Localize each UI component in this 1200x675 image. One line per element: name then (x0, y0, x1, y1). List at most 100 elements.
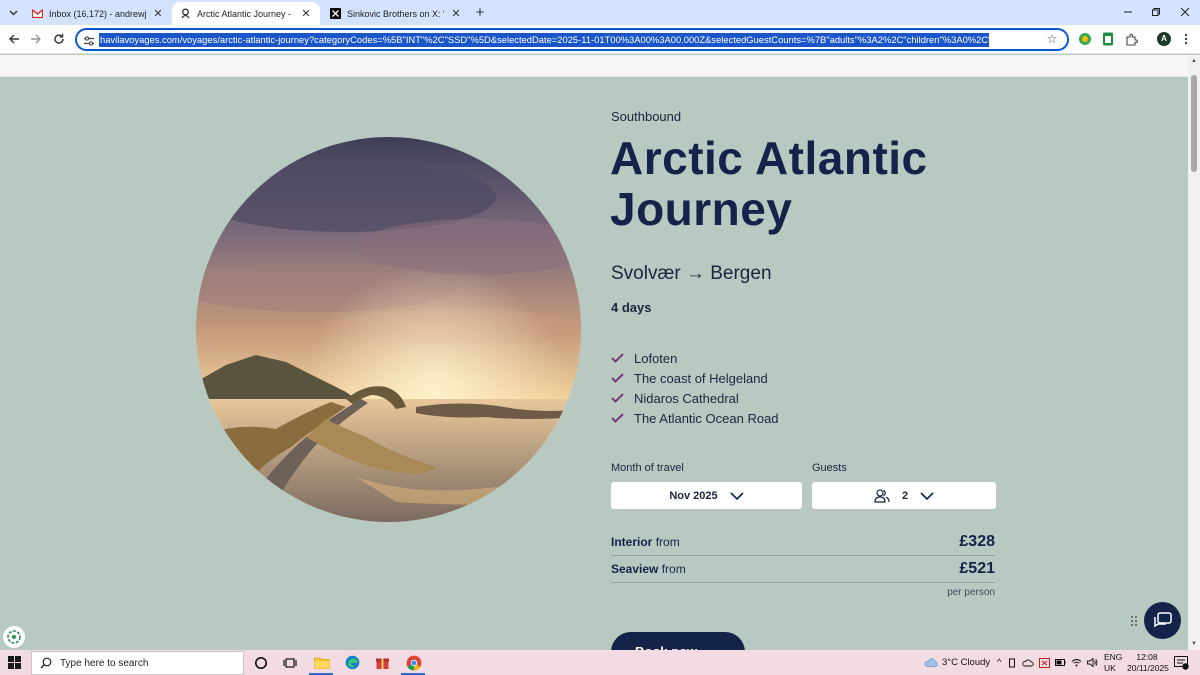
highlight-label: The coast of Helgeland (634, 370, 768, 386)
back-button[interactable] (6, 31, 22, 47)
cloud-icon (924, 658, 938, 667)
file-explorer-button[interactable] (313, 654, 330, 671)
battery-icon[interactable] (1055, 658, 1067, 667)
extension-button[interactable] (1100, 31, 1116, 47)
restore-button[interactable] (1148, 4, 1164, 20)
taskbar-clock[interactable]: 12:08 20/11/2025 (1127, 652, 1169, 674)
puzzle-icon (1125, 33, 1138, 46)
voyage-direction: Southbound (611, 109, 682, 124)
folder-icon (313, 657, 330, 669)
clock-time: 12:08 (1136, 652, 1158, 662)
close-tab-icon[interactable]: ✕ (300, 8, 312, 20)
region-code: UK (1104, 663, 1116, 673)
tab-title: Sinkovic Brothers on X: "For the (347, 8, 444, 19)
check-icon (611, 392, 624, 404)
taskbar-search[interactable]: Type here to search (31, 651, 244, 675)
minimize-button[interactable] (1120, 4, 1136, 20)
gift-icon (376, 658, 389, 669)
reload-icon (54, 33, 64, 44)
tab-havila[interactable]: Arctic Atlantic Journey - Havila ✕ (172, 2, 320, 25)
gmail-icon (32, 8, 43, 19)
more-vertical-icon (1184, 33, 1188, 45)
weather-text: 3°C Cloudy (942, 657, 991, 668)
extension-circle-icon (1079, 33, 1091, 45)
voyage-hero-image (196, 137, 581, 522)
close-window-button[interactable] (1177, 4, 1193, 20)
cabin-name: Interior (611, 535, 653, 549)
guests-label: Guests (812, 462, 847, 474)
search-placeholder: Type here to search (60, 657, 149, 669)
windows-start-icon[interactable] (8, 656, 21, 669)
volume-icon[interactable] (1087, 658, 1098, 667)
arrow-right-icon (31, 34, 41, 44)
usb-icon[interactable] (1007, 658, 1017, 668)
cabin-name: Seaview (611, 562, 659, 576)
book-now-button[interactable]: Book now (611, 632, 745, 650)
task-view-button[interactable] (252, 654, 269, 671)
price-row-interior: Interior from £328 (611, 529, 995, 556)
task-view-button[interactable] (281, 654, 298, 671)
cabin-type: Seaview from (611, 562, 686, 576)
cabin-suffix: from (661, 562, 686, 576)
chevron-down-icon (730, 491, 744, 500)
chrome-button[interactable] (405, 654, 422, 671)
system-tray: ^ (997, 650, 1098, 675)
forward-button[interactable] (28, 31, 44, 47)
page-title: Arctic Atlantic Journey (610, 132, 928, 235)
browser-toolbar: havilavoyages.com/voyages/arctic-atlanti… (0, 25, 1200, 54)
cabin-suffix: from (655, 535, 680, 549)
language-indicator[interactable]: ENG UK (1104, 652, 1122, 674)
cloud-sync-icon[interactable] (1022, 658, 1035, 667)
weather-widget[interactable]: 3°C Cloudy (924, 650, 990, 675)
wifi-icon[interactable] (1071, 658, 1082, 667)
tab-search-button[interactable] (4, 4, 22, 21)
extension-button[interactable] (1077, 31, 1093, 47)
tab-gmail[interactable]: Inbox (16,172) - andrewjeames ✕ (24, 2, 172, 25)
security-icon[interactable] (1039, 657, 1051, 668)
bookmark-star-icon[interactable]: ☆ (1045, 32, 1059, 46)
x-icon (330, 8, 341, 19)
close-tab-icon[interactable]: ✕ (450, 8, 462, 20)
guests-value: 2 (901, 489, 909, 502)
clock-date: 20/11/2025 (1127, 663, 1169, 673)
guests-select[interactable]: 2 (812, 482, 996, 509)
scroll-up-icon[interactable]: ▲ (1190, 57, 1198, 65)
cabin-price: £521 (959, 560, 995, 577)
guests-icon (874, 488, 890, 503)
scroll-down-icon[interactable]: ▼ (1190, 640, 1198, 648)
chevron-down-icon (920, 491, 934, 500)
page-scrollbar[interactable]: ▲ ▼ (1188, 55, 1200, 650)
check-icon (611, 412, 624, 424)
chat-icon (1153, 611, 1172, 627)
edge-button[interactable] (344, 654, 361, 671)
new-tab-button[interactable]: + (472, 5, 488, 21)
drag-handle-icon[interactable] (1130, 615, 1138, 627)
browser-menu-button[interactable] (1178, 31, 1194, 47)
notifications-button[interactable] (1173, 654, 1190, 671)
list-item: Lofoten (611, 348, 779, 368)
site-info-icon[interactable] (83, 34, 95, 46)
app-button[interactable] (374, 654, 391, 671)
sheets-icon (1103, 32, 1113, 46)
windows-taskbar: Type here to search 3°C Cloudy ^ ENG UK … (0, 650, 1200, 675)
chrome-icon (406, 655, 421, 670)
chevron-up-icon[interactable]: ^ (997, 657, 1001, 668)
chat-button[interactable] (1144, 602, 1181, 639)
month-select[interactable]: Nov 2025 (611, 482, 802, 509)
address-bar[interactable]: havilavoyages.com/voyages/arctic-atlanti… (75, 28, 1069, 51)
scrollbar-thumb[interactable] (1191, 75, 1197, 172)
restore-icon (1152, 8, 1160, 16)
url-text[interactable]: havilavoyages.com/voyages/arctic-atlanti… (99, 33, 989, 47)
tab-x[interactable]: Sinkovic Brothers on X: "For the ✕ (322, 2, 470, 25)
edge-icon (345, 655, 360, 670)
cookie-settings-button[interactable] (3, 626, 25, 648)
extensions-menu-button[interactable] (1123, 31, 1139, 47)
close-icon (1180, 7, 1190, 17)
cortana-circle-icon (254, 656, 267, 669)
highlight-label: Nidaros Cathedral (634, 390, 739, 406)
cookie-settings-icon (7, 630, 21, 644)
close-tab-icon[interactable]: ✕ (152, 8, 164, 20)
profile-avatar[interactable]: A (1157, 32, 1171, 46)
reload-button[interactable] (51, 31, 67, 47)
list-item: The coast of Helgeland (611, 368, 779, 388)
